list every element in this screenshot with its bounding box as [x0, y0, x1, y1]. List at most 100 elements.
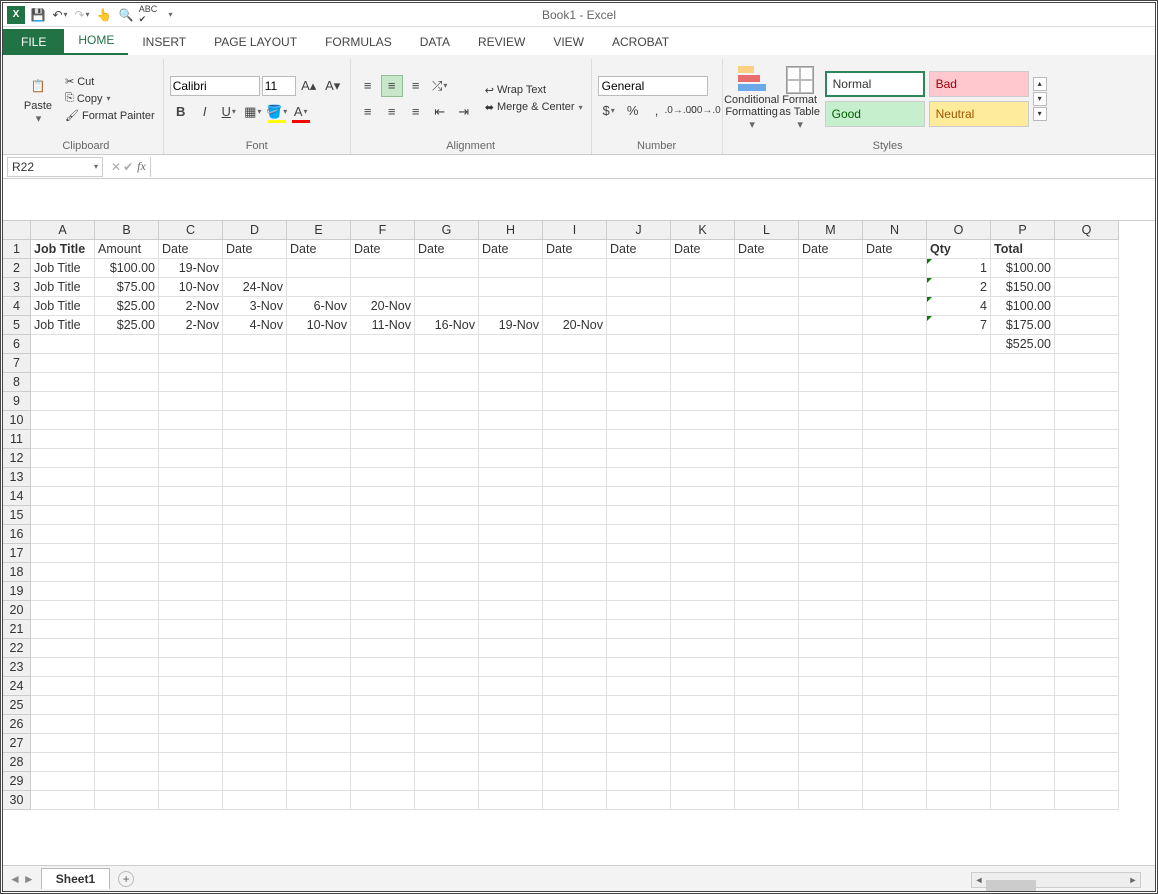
cell[interactable]: [159, 639, 223, 658]
row-header[interactable]: 22: [3, 639, 31, 658]
tab-insert[interactable]: INSERT: [128, 29, 200, 55]
column-header[interactable]: N: [863, 221, 927, 240]
align-bottom-icon[interactable]: ≡: [405, 75, 427, 97]
cell[interactable]: 24-Nov: [223, 278, 287, 297]
cell[interactable]: [863, 582, 927, 601]
cell[interactable]: [863, 696, 927, 715]
cell[interactable]: [479, 772, 543, 791]
cell[interactable]: [927, 449, 991, 468]
cell[interactable]: [543, 278, 607, 297]
cell[interactable]: [415, 259, 479, 278]
cell[interactable]: [159, 449, 223, 468]
cell[interactable]: [735, 297, 799, 316]
row-header[interactable]: 23: [3, 658, 31, 677]
cell[interactable]: [31, 430, 95, 449]
cell[interactable]: [415, 753, 479, 772]
cell[interactable]: Date: [607, 240, 671, 259]
cell[interactable]: [95, 734, 159, 753]
cell[interactable]: [735, 259, 799, 278]
cell[interactable]: [927, 753, 991, 772]
cell[interactable]: [735, 392, 799, 411]
cell[interactable]: [1055, 316, 1119, 335]
cell[interactable]: [287, 259, 351, 278]
cell[interactable]: [31, 696, 95, 715]
cell[interactable]: Date: [479, 240, 543, 259]
cell[interactable]: [415, 430, 479, 449]
cell[interactable]: [351, 278, 415, 297]
copy-button[interactable]: ⎘Copy▾: [63, 91, 157, 106]
cell[interactable]: [799, 791, 863, 810]
cell[interactable]: [1055, 259, 1119, 278]
cell[interactable]: [927, 563, 991, 582]
row-header[interactable]: 21: [3, 620, 31, 639]
cell[interactable]: [607, 278, 671, 297]
cell[interactable]: [1055, 582, 1119, 601]
cell[interactable]: [223, 715, 287, 734]
cell[interactable]: [543, 753, 607, 772]
cell[interactable]: [671, 582, 735, 601]
undo-icon[interactable]: ↶▾: [51, 6, 69, 24]
cell[interactable]: [1055, 715, 1119, 734]
cell[interactable]: [223, 259, 287, 278]
cell[interactable]: [799, 297, 863, 316]
borders-button[interactable]: ▦▾: [242, 101, 264, 123]
cell[interactable]: [31, 506, 95, 525]
cell[interactable]: [799, 278, 863, 297]
cell[interactable]: [863, 772, 927, 791]
cell[interactable]: [735, 335, 799, 354]
cell[interactable]: [287, 639, 351, 658]
cell[interactable]: [159, 791, 223, 810]
cell[interactable]: [927, 392, 991, 411]
cell[interactable]: [671, 658, 735, 677]
add-sheet-button[interactable]: +: [118, 871, 134, 887]
cell[interactable]: [863, 677, 927, 696]
cell[interactable]: [863, 373, 927, 392]
row-header[interactable]: 9: [3, 392, 31, 411]
cell[interactable]: [1055, 430, 1119, 449]
row-header[interactable]: 7: [3, 354, 31, 373]
tab-acrobat[interactable]: ACROBAT: [598, 29, 683, 55]
cell[interactable]: [607, 392, 671, 411]
cell[interactable]: [543, 506, 607, 525]
wrap-text-button[interactable]: ↩Wrap Text: [483, 83, 585, 98]
cell[interactable]: Date: [735, 240, 799, 259]
redo-icon[interactable]: ↷▾: [73, 6, 91, 24]
conditional-formatting-button[interactable]: Conditional Formatting▾: [729, 64, 775, 132]
cell[interactable]: [95, 715, 159, 734]
row-header[interactable]: 13: [3, 468, 31, 487]
cell[interactable]: [543, 696, 607, 715]
cell[interactable]: [607, 316, 671, 335]
cell[interactable]: [351, 715, 415, 734]
cell[interactable]: [351, 354, 415, 373]
cell[interactable]: [799, 601, 863, 620]
cell[interactable]: [287, 753, 351, 772]
cell[interactable]: Date: [223, 240, 287, 259]
cell[interactable]: [607, 734, 671, 753]
cell[interactable]: [799, 639, 863, 658]
cell[interactable]: [159, 715, 223, 734]
cell[interactable]: [95, 525, 159, 544]
cell[interactable]: [159, 772, 223, 791]
cell[interactable]: [159, 430, 223, 449]
cell[interactable]: [159, 677, 223, 696]
cell[interactable]: [671, 734, 735, 753]
tab-file[interactable]: FILE: [3, 29, 64, 55]
sheet-tab-sheet1[interactable]: Sheet1: [41, 868, 110, 889]
row-header[interactable]: 8: [3, 373, 31, 392]
cell[interactable]: [927, 734, 991, 753]
cell[interactable]: [543, 354, 607, 373]
cell[interactable]: [415, 677, 479, 696]
cell[interactable]: 2-Nov: [159, 297, 223, 316]
cell[interactable]: [927, 582, 991, 601]
cell[interactable]: 4: [927, 297, 991, 316]
cell[interactable]: [991, 601, 1055, 620]
cell[interactable]: [863, 354, 927, 373]
cell[interactable]: [287, 468, 351, 487]
cell[interactable]: [479, 753, 543, 772]
cell[interactable]: 6-Nov: [287, 297, 351, 316]
cell[interactable]: [1055, 373, 1119, 392]
cell[interactable]: [863, 753, 927, 772]
cell[interactable]: [863, 335, 927, 354]
cell[interactable]: [607, 335, 671, 354]
cell[interactable]: [671, 468, 735, 487]
